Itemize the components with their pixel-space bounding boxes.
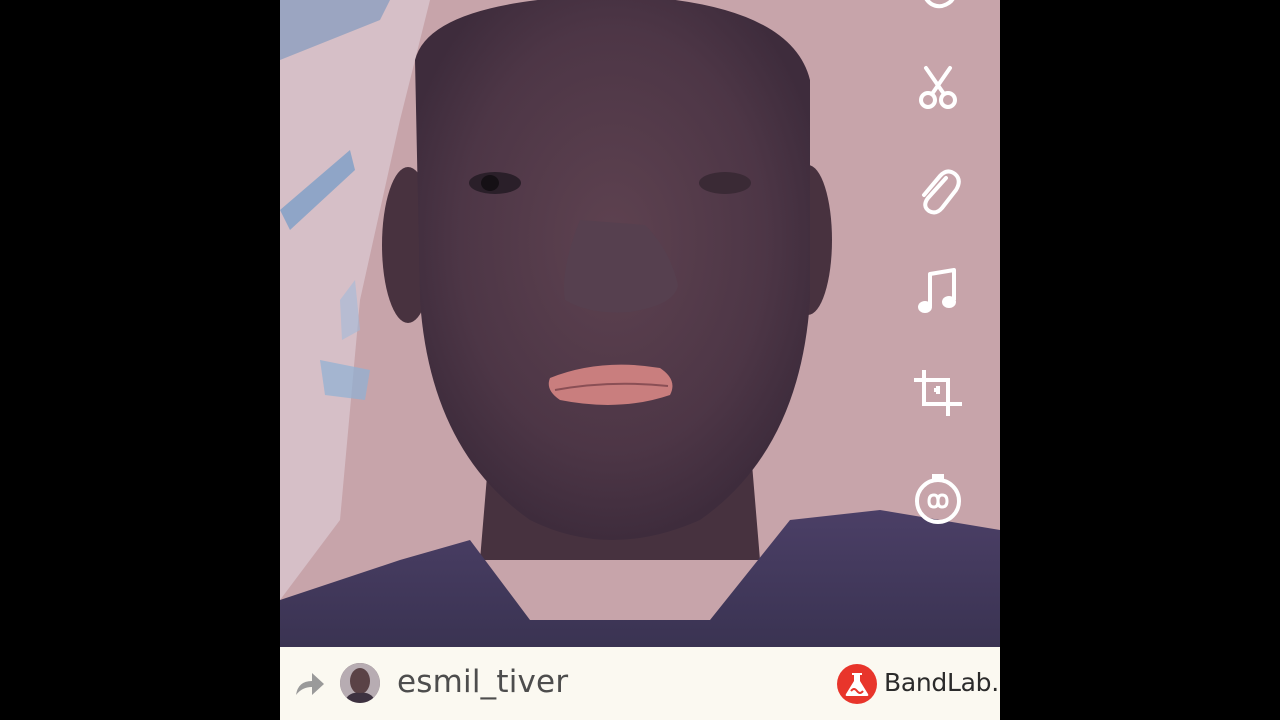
paperclip-icon[interactable] <box>912 164 964 216</box>
selfie-scene <box>280 0 1000 647</box>
share-arrow-icon[interactable] <box>294 669 326 699</box>
username-label[interactable]: esmil_tiver <box>397 662 568 702</box>
timer-icon[interactable] <box>912 472 964 524</box>
crop-icon[interactable] <box>912 366 964 418</box>
right-letterbox <box>1000 0 1280 720</box>
scissors-icon[interactable] <box>912 62 964 114</box>
bandlab-logo-icon <box>837 664 877 704</box>
music-note-icon[interactable] <box>912 266 964 318</box>
top-cut-off-icon[interactable] <box>912 0 964 12</box>
video-frame[interactable] <box>280 0 1000 647</box>
user-avatar[interactable] <box>340 663 380 703</box>
left-letterbox <box>0 0 280 720</box>
footer-bar: esmil_tiver BandLab. <box>280 647 1000 720</box>
bandlab-wordmark: BandLab. <box>884 668 999 697</box>
bandlab-brand[interactable]: BandLab. <box>837 663 999 704</box>
